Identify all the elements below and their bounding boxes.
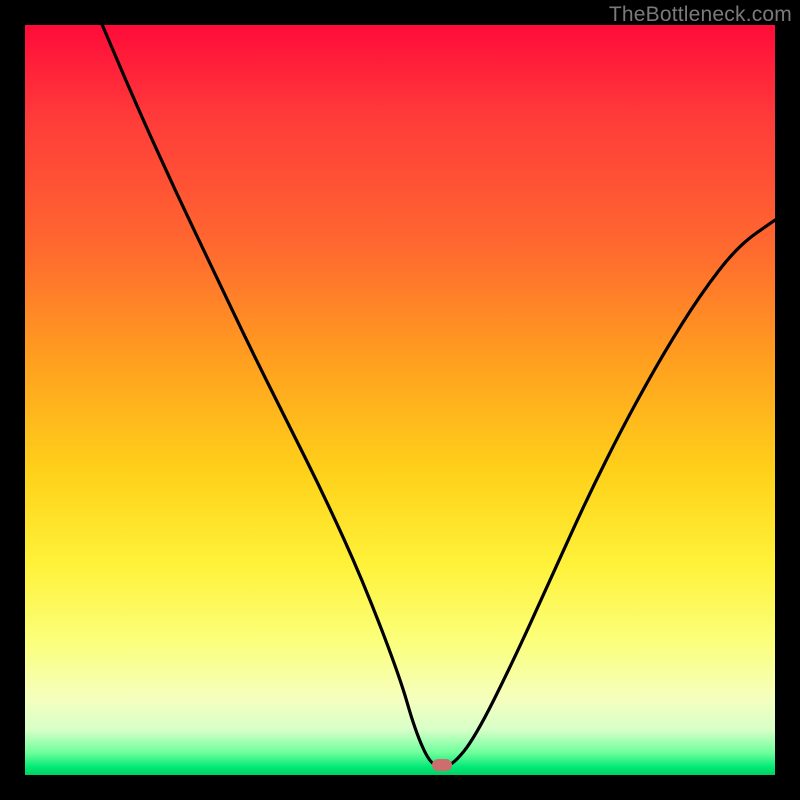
chart-frame: TheBottleneck.com — [0, 0, 800, 800]
plot-area — [25, 25, 775, 775]
bottleneck-curve — [25, 25, 775, 775]
optimal-point-marker — [432, 759, 452, 771]
watermark-text: TheBottleneck.com — [609, 3, 792, 27]
